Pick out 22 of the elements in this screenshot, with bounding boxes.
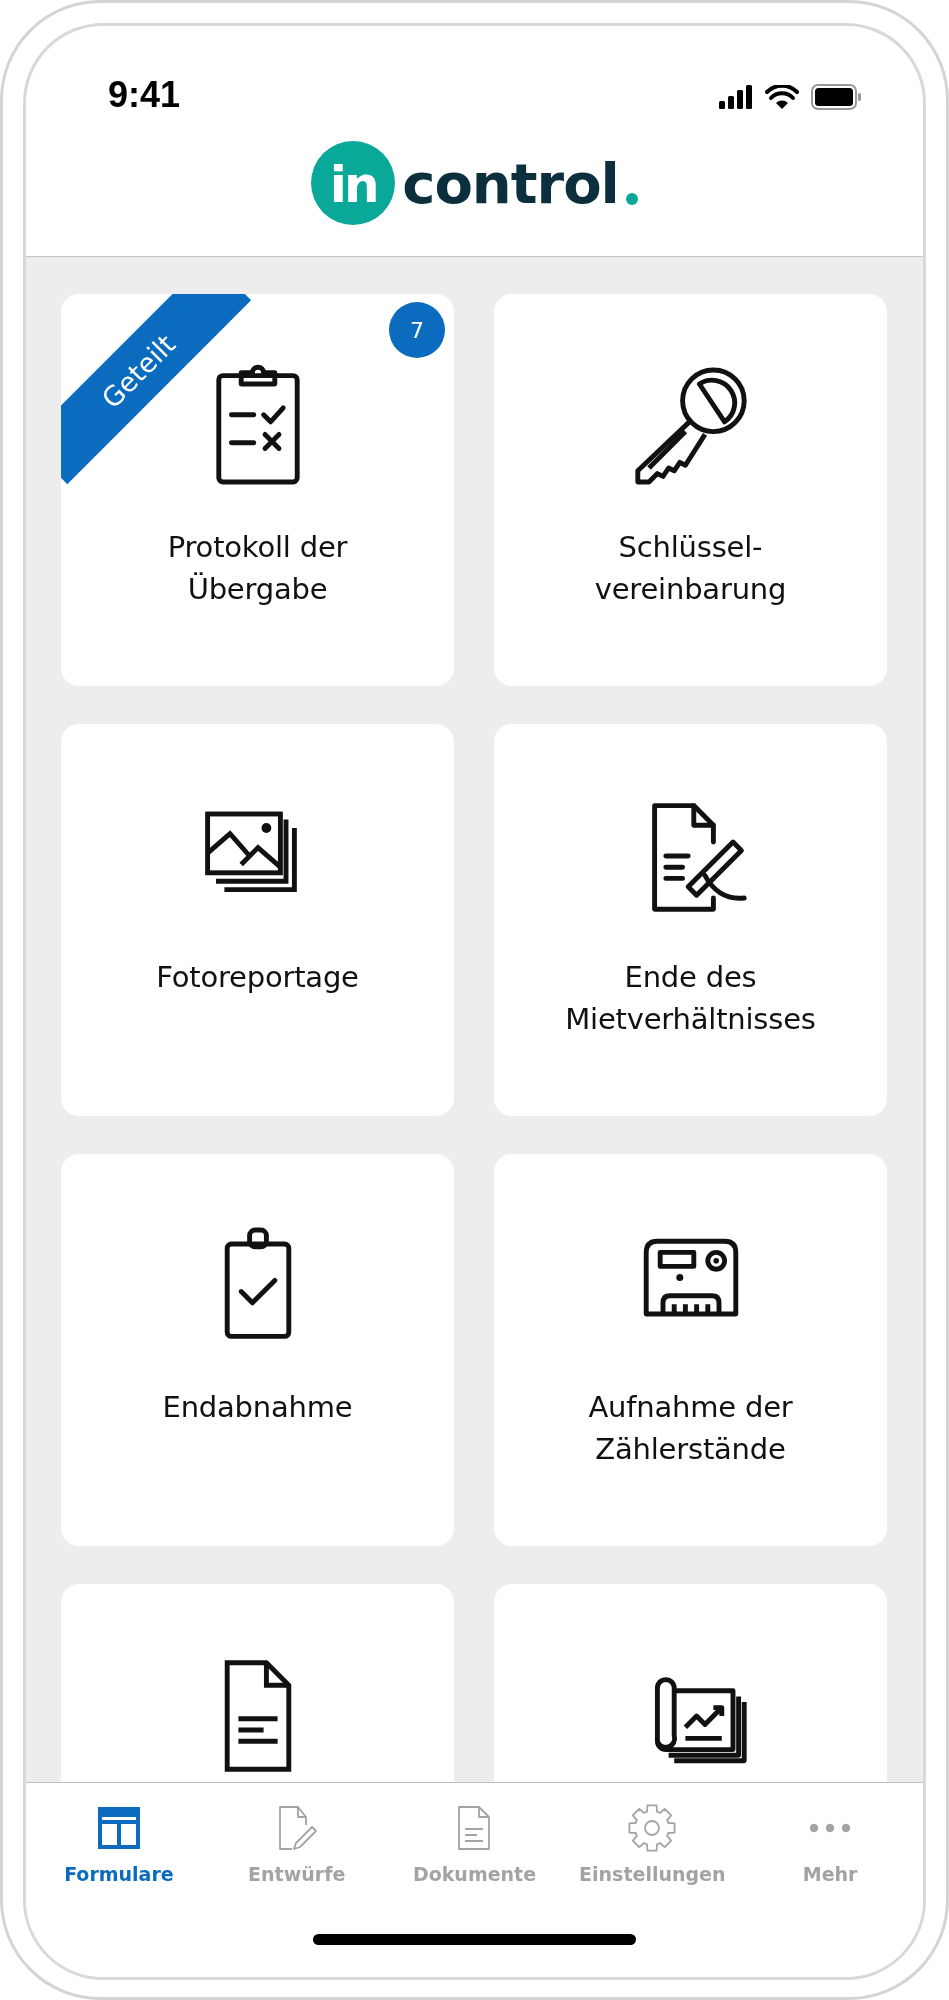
form-card[interactable]: Aufnahme der Zählerstände: [494, 1154, 887, 1546]
more-icon: [809, 1823, 852, 1833]
card-title: Aufnahme der Zählerstände: [588, 1389, 793, 1468]
settings-icon: [627, 1803, 678, 1853]
card-title: Ende des Mietverhältnisses: [565, 959, 816, 1038]
logo-wordmark: control: [402, 150, 619, 216]
tab[interactable]: Formulare: [30, 1783, 208, 1885]
count-badge: 7: [389, 302, 445, 358]
card-title: Endabnahme: [162, 1389, 353, 1426]
card-title: Schlüssel- vereinbarung: [594, 529, 787, 608]
form-card[interactable]: Ende des Mietverhältnisses: [494, 724, 887, 1116]
logo-mark: in: [311, 141, 396, 225]
form-card[interactable]: Fotoreportage: [61, 724, 454, 1116]
logo-dot: [625, 193, 638, 205]
card-title: Protokoll der Übergabe: [167, 529, 348, 608]
wifi-icon: [765, 85, 799, 109]
status-time: 9:41: [108, 74, 181, 117]
form-card[interactable]: Endabnahme: [61, 1154, 454, 1546]
card-title: Fotoreportage: [156, 959, 359, 996]
battery-icon: [811, 84, 861, 110]
form-card[interactable]: Schlüssel- vereinbarung: [494, 294, 887, 686]
signal-icon: [719, 85, 753, 109]
